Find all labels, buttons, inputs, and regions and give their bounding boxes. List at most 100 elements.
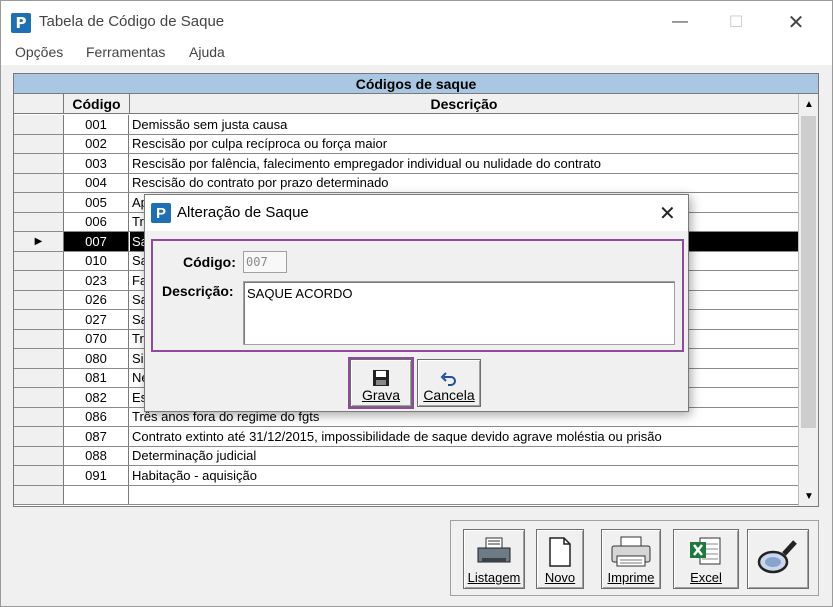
header-code[interactable]: Código [64, 94, 130, 114]
vertical-scrollbar[interactable]: ▲ ▼ [798, 94, 818, 506]
table-row[interactable]: 004 Rescisão do contrato por prazo determ… [14, 173, 798, 193]
row-indicator[interactable] [14, 154, 64, 173]
magnifier-icon [757, 540, 797, 574]
row-indicator[interactable] [14, 349, 64, 368]
minimize-button[interactable]: — [657, 7, 703, 37]
description-field[interactable]: SAQUE ACORDO [243, 281, 675, 345]
row-indicator[interactable] [14, 212, 64, 231]
dialog-title: Alteração de Saque [177, 204, 309, 221]
row-code: 005 [64, 193, 129, 212]
row-description: Demissão sem justa causa [132, 116, 288, 132]
row-indicator[interactable] [14, 446, 64, 465]
description-label: Descrição: [162, 283, 234, 299]
row-indicator[interactable] [14, 251, 64, 270]
main-window: P Tabela de Código de Saque — ☐ ✕ Opções… [0, 0, 833, 607]
grid-caption: Códigos de saque [14, 74, 818, 94]
grava-label: Grava [361, 387, 401, 403]
row-indicator[interactable]: ▶ [14, 232, 64, 251]
row-indicator[interactable] [14, 407, 64, 426]
row-indicator[interactable] [14, 310, 64, 329]
header-indicator-col [14, 94, 64, 114]
menu-ajuda[interactable]: Ajuda [189, 44, 225, 60]
code-field: 007 [243, 251, 287, 273]
code-label: Código: [183, 254, 236, 270]
grid-header: Código Descrição [14, 94, 798, 114]
row-description: Rescisão por falência, falecimento empre… [132, 155, 602, 171]
maximize-button[interactable]: ☐ [713, 7, 759, 37]
row-description: Determinação judicial [132, 448, 257, 464]
table-row[interactable]: 087 Contrato extinto até 31/12/2015, impo… [14, 427, 798, 447]
scroll-down-icon[interactable]: ▼ [799, 486, 819, 506]
row-code: 080 [64, 349, 129, 368]
row-code: 006 [64, 212, 129, 231]
row-indicator[interactable] [14, 329, 64, 348]
row-code: 070 [64, 329, 129, 348]
bottom-toolbar: Listagem Novo Imprime Excel [450, 520, 819, 596]
cancela-button[interactable]: Cancela [417, 359, 481, 407]
dialog-fields-frame: Código: 007 Descrição: SAQUE ACORDO [151, 239, 684, 352]
table-row[interactable]: 002 Rescisão por culpa recíproca ou força… [14, 134, 798, 154]
close-button[interactable]: ✕ [773, 7, 819, 37]
grava-button[interactable]: Grava [348, 357, 414, 409]
row-code: 091 [64, 466, 129, 485]
row-indicator[interactable] [14, 290, 64, 309]
header-description[interactable]: Descrição [130, 94, 798, 114]
row-indicator[interactable] [14, 485, 64, 504]
excel-icon [690, 537, 721, 565]
row-code: 081 [64, 368, 129, 387]
menu-opcoes[interactable]: Opções [15, 44, 63, 60]
menu-bar: Opções Ferramentas Ajuda [1, 41, 832, 65]
row-code: 001 [64, 115, 129, 134]
table-row[interactable]: 088 Determinação judicial [14, 446, 798, 466]
excel-label: Excel [690, 570, 722, 585]
row-indicator[interactable] [14, 115, 64, 134]
table-row[interactable]: 091 Habitação - aquisição [14, 466, 798, 486]
row-description: Contrato extinto até 31/12/2015, impossi… [132, 428, 662, 444]
row-indicator[interactable] [14, 368, 64, 387]
row-code: 082 [64, 388, 129, 407]
row-indicator[interactable] [14, 427, 64, 446]
table-row[interactable]: 003 Rescisão por falência, falecimento em… [14, 154, 798, 174]
row-indicator[interactable] [14, 193, 64, 212]
row-code: 002 [64, 134, 129, 153]
listagem-label: Listagem [467, 570, 521, 585]
row-description: Tr [132, 331, 144, 347]
row-code: 027 [64, 310, 129, 329]
menu-ferramentas[interactable]: Ferramentas [86, 44, 165, 60]
search-button[interactable] [747, 529, 809, 589]
dialog-close-icon[interactable]: ✕ [659, 201, 676, 226]
row-code [64, 485, 129, 504]
window-title: Tabela de Código de Saque [39, 13, 225, 30]
scroll-up-icon[interactable]: ▲ [799, 94, 819, 114]
listagem-button[interactable]: Listagem [463, 529, 525, 589]
row-indicator[interactable] [14, 134, 64, 153]
dialog-title-bar: P Alteração de Saque ✕ [145, 195, 688, 231]
row-code: 003 [64, 154, 129, 173]
row-description: Rescisão por culpa recíproca ou força ma… [132, 136, 388, 152]
floppy-disk-icon [373, 370, 389, 386]
row-description: Si [132, 350, 144, 366]
cancela-label: Cancela [423, 387, 475, 403]
table-row[interactable]: 001 Demissão sem justa causa [14, 115, 798, 135]
row-code: 086 [64, 407, 129, 426]
row-indicator[interactable] [14, 271, 64, 290]
scroll-thumb[interactable] [801, 116, 816, 428]
table-row[interactable] [14, 485, 798, 505]
row-code: 004 [64, 173, 129, 192]
row-description: Tr [132, 214, 144, 230]
novo-button[interactable]: Novo [536, 529, 584, 589]
printer-list-icon [477, 537, 511, 563]
row-code: 023 [64, 271, 129, 290]
app-logo-icon: P [11, 13, 31, 33]
row-code: 026 [64, 290, 129, 309]
imprime-label: Imprime [607, 570, 655, 585]
imprime-button[interactable]: Imprime [601, 529, 661, 589]
row-indicator[interactable] [14, 466, 64, 485]
row-indicator[interactable] [14, 388, 64, 407]
alteracao-dialog: P Alteração de Saque ✕ Código: 007 Descr… [144, 194, 689, 412]
dialog-logo-icon: P [151, 203, 171, 223]
printer-icon [611, 536, 651, 567]
row-code: 007 [64, 232, 129, 251]
excel-button[interactable]: Excel [673, 529, 739, 589]
row-indicator[interactable] [14, 173, 64, 192]
